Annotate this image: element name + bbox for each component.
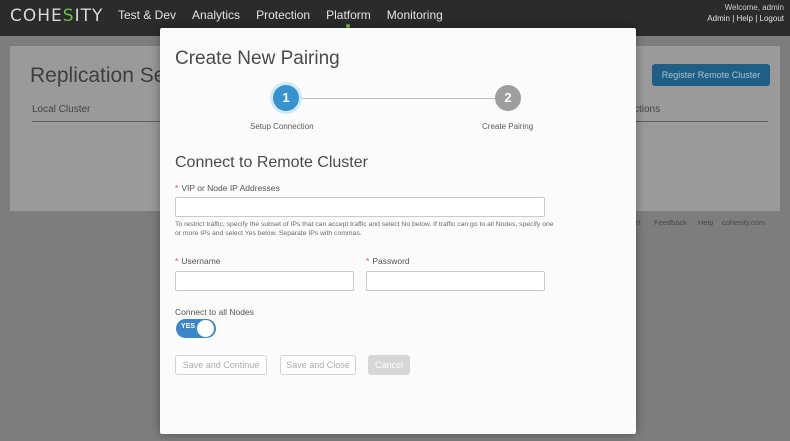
logo-text: COHE — [10, 6, 63, 26]
modal-title: Create New Pairing — [175, 48, 340, 69]
column-header-actions: ctions — [634, 104, 661, 115]
user-menu: Welcome, admin Admin | Help | Logout — [707, 2, 784, 24]
vip-label: * VIP or Node IP Addresses — [175, 183, 280, 193]
username-label-text: Username — [181, 256, 221, 266]
step-2-label: Create Pairing — [482, 122, 534, 131]
section-title: Connect to Remote Cluster — [175, 154, 368, 171]
link-separator: | — [755, 14, 758, 23]
footer-cohesity-link[interactable]: cohesity.com — [722, 218, 765, 227]
cohesity-logo[interactable]: COHESITY — [10, 6, 103, 26]
cancel-button[interactable]: Cancel — [368, 355, 410, 375]
nav-analytics[interactable]: Analytics — [192, 8, 240, 22]
toggle-state-text: YES — [181, 323, 196, 330]
password-label-text: Password — [372, 256, 410, 266]
logo-text-end: ITY — [74, 6, 104, 26]
step-1-label: Setup Connection — [250, 122, 314, 131]
toggle-knob — [197, 320, 214, 337]
connect-all-nodes-label: Connect to all Nodes — [175, 307, 254, 317]
step-2-indicator: 2 — [495, 85, 521, 111]
welcome-text: Welcome, admin — [724, 3, 784, 12]
logo-accent: S — [62, 6, 75, 26]
footer-fragment: rt — [636, 218, 641, 227]
password-input[interactable] — [366, 271, 545, 291]
main-nav: Test & Dev Analytics Protection Platform… — [118, 8, 459, 28]
required-marker: * — [175, 256, 179, 266]
footer-help-link[interactable]: Help — [698, 218, 713, 227]
nav-monitoring[interactable]: Monitoring — [387, 8, 443, 22]
help-link[interactable]: Help — [737, 14, 753, 23]
user-links: Admin | Help | Logout — [707, 13, 784, 24]
save-and-close-button[interactable]: Save and Close — [280, 355, 356, 375]
username-label: * Username — [175, 256, 221, 266]
username-input[interactable] — [175, 271, 354, 291]
footer-feedback-link[interactable]: Feedback — [654, 218, 687, 227]
nav-protection[interactable]: Protection — [256, 8, 310, 22]
vip-help-text: To restrict traffic, specify the subset … — [175, 221, 554, 237]
stepper-connector — [300, 98, 508, 99]
nav-platform[interactable]: Platform — [326, 8, 371, 28]
vip-label-text: VIP or Node IP Addresses — [181, 183, 280, 193]
logout-link[interactable]: Logout — [760, 14, 784, 23]
create-pairing-modal: Create New Pairing 1 2 Setup Connection … — [160, 28, 636, 434]
password-label: * Password — [366, 256, 410, 266]
admin-link[interactable]: Admin — [707, 14, 730, 23]
register-remote-cluster-button[interactable]: Register Remote Cluster — [652, 64, 770, 86]
link-separator: | — [732, 14, 735, 23]
save-and-continue-button[interactable]: Save and Continue — [175, 355, 267, 375]
step-1-indicator: 1 — [273, 85, 299, 111]
required-marker: * — [175, 183, 179, 193]
page-title: Replication Set — [30, 64, 172, 87]
vip-addresses-input[interactable] — [175, 197, 545, 217]
required-marker: * — [366, 256, 370, 266]
column-header-local-cluster: Local Cluster — [32, 104, 91, 115]
connect-all-nodes-toggle[interactable]: YES — [176, 319, 216, 338]
nav-test-dev[interactable]: Test & Dev — [118, 8, 176, 22]
